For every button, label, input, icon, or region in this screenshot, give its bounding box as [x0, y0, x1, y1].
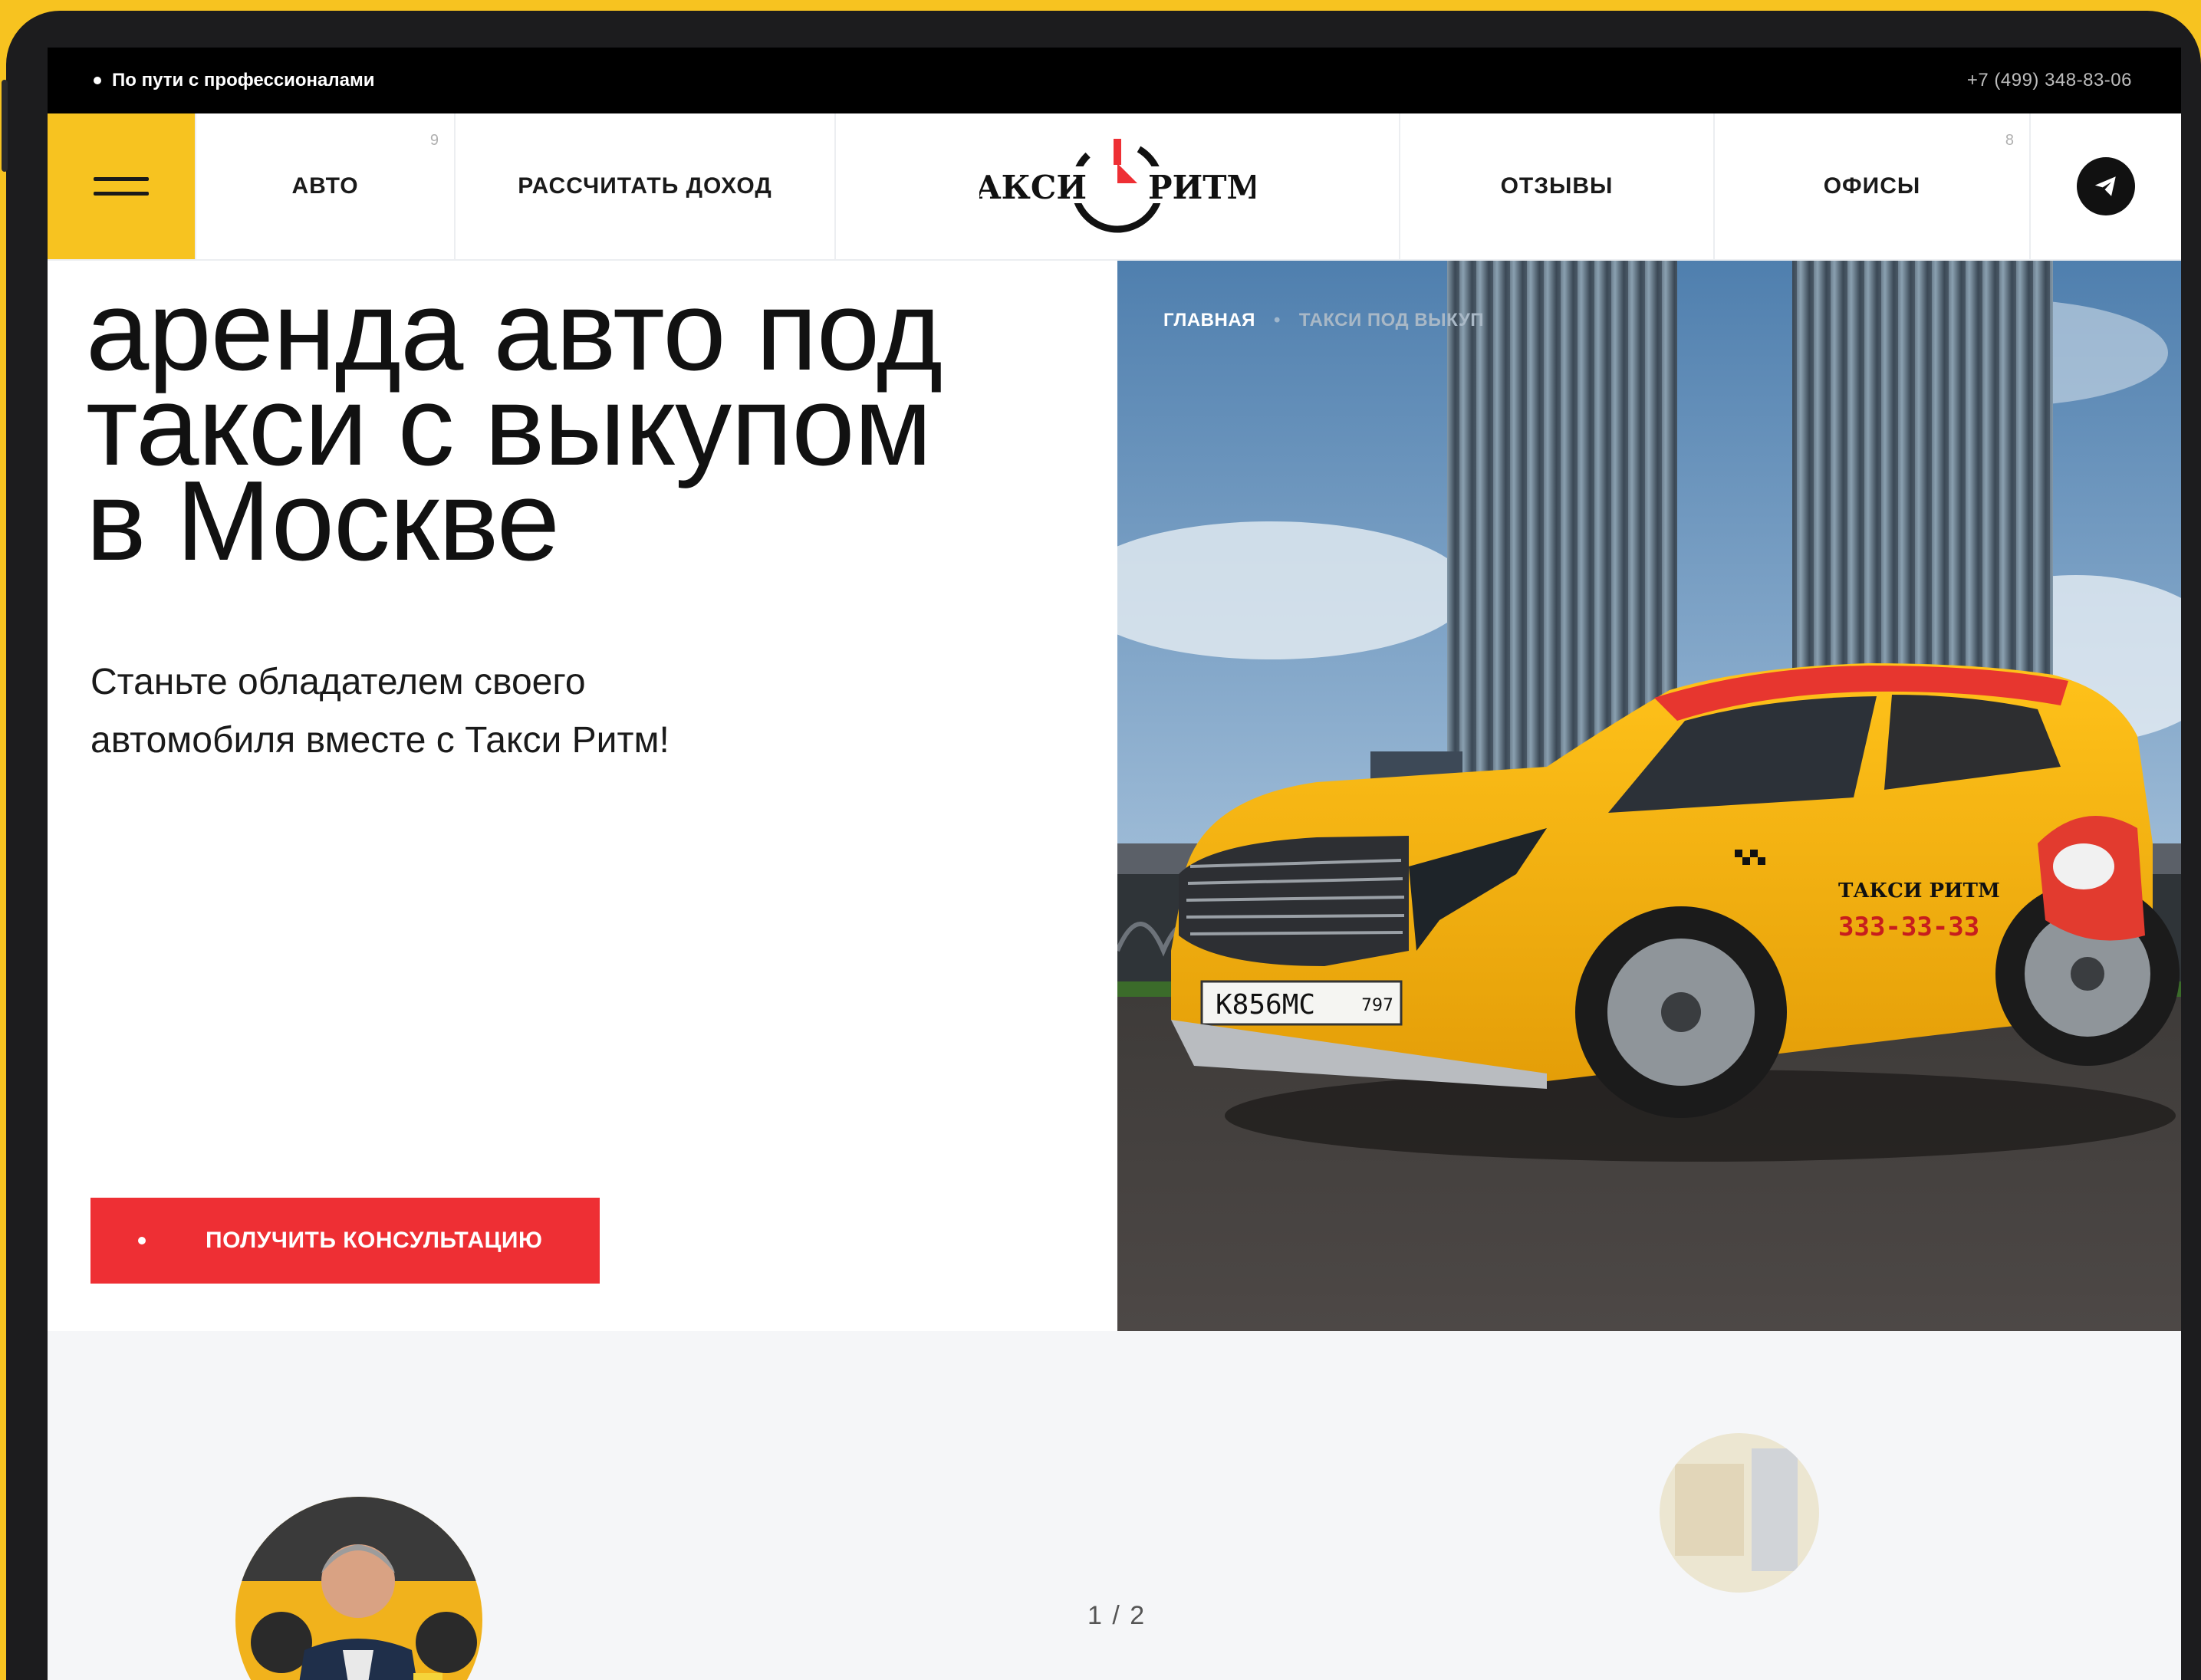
- license-plate-text: К856МС: [1216, 989, 1315, 1021]
- hamburger-icon: [94, 177, 149, 181]
- nav-count-badge: 9: [429, 132, 439, 149]
- telegram-button[interactable]: [2077, 157, 2135, 215]
- tagline-text: По пути с профессионалами: [112, 70, 375, 90]
- hero-subtitle-line: Станьте обладателем своего: [90, 662, 586, 702]
- top-strip: По пути с профессионалами +7 (499) 348-8…: [48, 48, 2181, 113]
- taxi-car-photo: К856МС 797 ТАКСИ РИТМ 333-33-33: [1117, 261, 2181, 1331]
- reviewer-photo: [1660, 1433, 1819, 1593]
- breadcrumb-current: ТАКСИ ПОД ВЫКУП: [1298, 310, 1485, 330]
- main-nav: АВТО 9 РАССЧИТАТЬ ДОХОД ТАКСИ РИТМ ОТЗЫВ…: [48, 113, 2181, 261]
- bullet-dot: [94, 77, 101, 84]
- reviews-section: 1 / 2: [48, 1331, 2181, 1680]
- door-phone-text: 333-33-33: [1838, 912, 1979, 942]
- nav-item-label: ОТЗЫВЫ: [1500, 173, 1614, 199]
- menu-button[interactable]: [48, 113, 196, 259]
- screen: По пути с профессионалами +7 (499) 348-8…: [48, 48, 2181, 1680]
- hero-subtitle: Станьте обладателем своего автомобиля вм…: [90, 653, 857, 770]
- telegram-cell: [2031, 113, 2181, 259]
- nav-count-badge: 8: [2005, 132, 2014, 149]
- logo-mark: ТАКСИ РИТМ: [979, 139, 1255, 233]
- telegram-plane-icon: [2094, 176, 2116, 196]
- logo[interactable]: ТАКСИ РИТМ: [836, 113, 1400, 259]
- nav-item-reviews[interactable]: ОТЗЫВЫ: [1400, 113, 1715, 259]
- hamburger-icon-line: [94, 192, 149, 196]
- nav-item-income[interactable]: РАССЧИТАТЬ ДОХОД: [456, 113, 836, 259]
- side-button: [2, 80, 8, 172]
- nav-item-label: АВТО: [291, 173, 359, 199]
- nav-item-label: РАССЧИТАТЬ ДОХОД: [518, 173, 772, 199]
- logo-text-left: ТАКСИ: [979, 169, 1087, 206]
- logo-text-right: РИТМ: [1148, 169, 1255, 206]
- hero-left: аренда авто под такси с выкупом в Москве…: [48, 261, 1117, 1331]
- breadcrumb-separator: •: [1273, 310, 1281, 330]
- slider-pager: 1 / 2: [1087, 1601, 1147, 1630]
- door-brand-text: ТАКСИ РИТМ: [1838, 879, 2000, 902]
- nav-item-offices[interactable]: ОФИСЫ 8: [1715, 113, 2031, 259]
- hero-subtitle-line: автомобиля вместе с Такси Ритм!: [90, 720, 670, 761]
- phone-link[interactable]: +7 (499) 348-83-06: [1967, 70, 2132, 91]
- breadcrumb-home-link[interactable]: ГЛАВНАЯ: [1163, 310, 1255, 331]
- nav-item-auto[interactable]: АВТО 9: [196, 113, 456, 259]
- license-plate-region: 797: [1361, 996, 1393, 1015]
- breadcrumb: ГЛАВНАЯ • ТАКСИ ПОД ВЫКУП: [1163, 310, 1484, 331]
- nav-item-label: ОФИСЫ: [1823, 173, 1921, 199]
- hero-title: аренда авто под такси с выкупом в Москве: [86, 275, 1098, 578]
- bullet-dot: [138, 1237, 146, 1244]
- hero-title-line: в Москве: [86, 458, 560, 584]
- tagline: По пути с профессионалами: [94, 70, 375, 91]
- hero-photo: К856МС 797 ТАКСИ РИТМ 333-33-33 ГЛАВНАЯ …: [1117, 261, 2181, 1331]
- reviewer-photo: [235, 1497, 482, 1680]
- consultation-button[interactable]: ПОЛУЧИТЬ КОНСУЛЬТАЦИЮ: [90, 1198, 600, 1284]
- consultation-button-label: ПОЛУЧИТЬ КОНСУЛЬТАЦИЮ: [206, 1228, 543, 1253]
- reviewer-avatar[interactable]: [235, 1497, 482, 1680]
- reviewer-avatar-next[interactable]: [1660, 1433, 1819, 1593]
